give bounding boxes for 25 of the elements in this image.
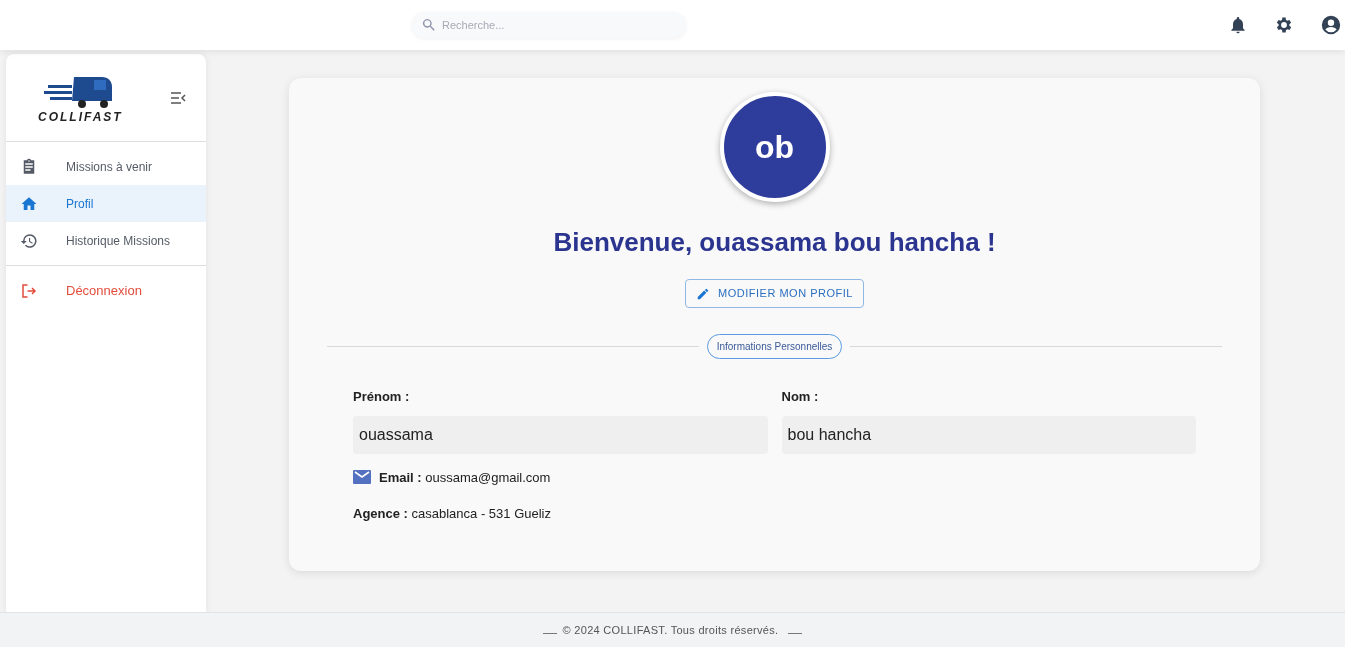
sidebar-item[interactable]: Missions à venir: [6, 148, 206, 185]
copyright-text: © 2024 COLLIFAST. Tous droits réservés.: [562, 622, 779, 638]
sidebar-item[interactable]: Historique Missions: [6, 222, 206, 259]
search-field[interactable]: Recherche...: [412, 12, 686, 38]
user-account-icon[interactable]: [1320, 14, 1342, 36]
avatar: ob: [719, 92, 830, 202]
email-text: Email : oussama@gmail.com: [379, 468, 551, 487]
history-icon: [20, 231, 38, 250]
mail-icon: [353, 470, 371, 485]
logout-link[interactable]: Déconnexion: [6, 272, 206, 309]
input-field[interactable]: ouassama: [353, 415, 768, 454]
settings-icon[interactable]: [1274, 15, 1294, 35]
search-icon: [421, 17, 437, 33]
edit-profile-button[interactable]: MODIFIER MON PROFIL: [685, 279, 864, 308]
field-label: Prénom :: [353, 388, 411, 406]
pencil-icon: [696, 286, 711, 301]
sidebar-item[interactable]: Profil: [6, 185, 206, 222]
welcome-heading: Bienvenue, ouassama bou hancha !: [553, 226, 996, 259]
menu-collapse-icon[interactable]: [171, 92, 186, 104]
logout-icon: [20, 281, 38, 300]
field-label: Nom :: [781, 388, 820, 406]
agency-text: Agence : casablanca - 531 Gueliz: [353, 506, 551, 521]
input-field[interactable]: bou hancha: [781, 415, 1196, 454]
bell-icon[interactable]: [1228, 15, 1248, 35]
logo-text: COLLIFAST: [38, 110, 123, 123]
